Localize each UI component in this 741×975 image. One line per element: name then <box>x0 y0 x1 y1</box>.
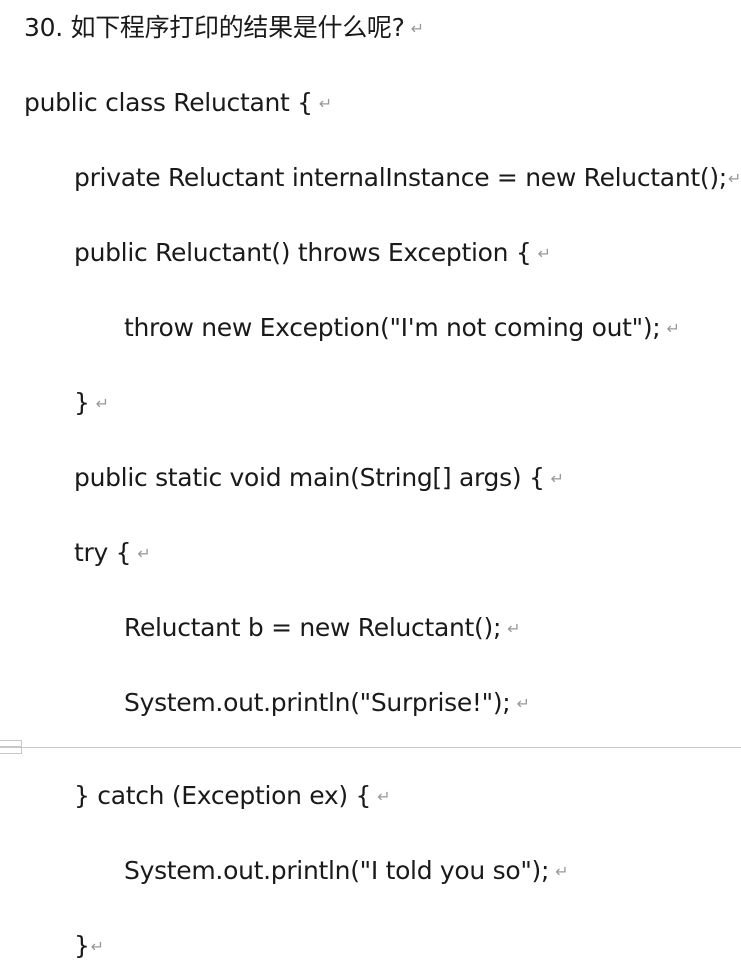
code-line: private Reluctant internalInstance = new… <box>74 163 741 194</box>
line-text: System.out.println("Surprise!"); <box>124 688 511 717</box>
code-line: Reluctant b = new Reluctant(); ↵ <box>124 613 520 644</box>
paragraph-mark-icon: ↵ <box>666 319 680 338</box>
line-text: private Reluctant internalInstance = new… <box>74 163 727 192</box>
page-break-line <box>0 747 741 748</box>
line-text: 30. 如下程序打印的结果是什么呢? <box>24 13 405 42</box>
code-line: public static void main(String[] args) {… <box>74 463 564 494</box>
paragraph-mark-icon: ↵ <box>537 244 551 263</box>
paragraph-mark-icon: ↵ <box>516 694 530 713</box>
line-text: } <box>74 931 90 960</box>
code-line: System.out.println("I told you so"); ↵ <box>124 856 569 887</box>
paragraph-mark-icon: ↵ <box>507 619 521 638</box>
line-text: public static void main(String[] args) { <box>74 463 545 492</box>
code-line: }↵ <box>74 931 104 962</box>
line-text: try { <box>74 538 132 567</box>
paragraph-mark-icon: ↵ <box>410 19 424 38</box>
paragraph-mark-icon: ↵ <box>318 94 332 113</box>
line-text: public Reluctant() throws Exception { <box>74 238 532 267</box>
line-text: } catch (Exception ex) { <box>74 781 372 810</box>
code-line: throw new Exception("I'm not coming out"… <box>124 313 680 344</box>
line-text: throw new Exception("I'm not coming out"… <box>124 313 661 342</box>
code-line: } catch (Exception ex) { ↵ <box>74 781 391 812</box>
code-line: System.out.println("Surprise!"); ↵ <box>124 688 530 719</box>
paragraph-mark-icon: ↵ <box>550 469 564 488</box>
paragraph-mark-icon: ↵ <box>90 937 104 956</box>
paragraph-mark-icon: ↵ <box>95 394 109 413</box>
code-line: try { ↵ <box>74 538 151 569</box>
line-text: System.out.println("I told you so"); <box>124 856 550 885</box>
code-line: public class Reluctant { ↵ <box>24 88 332 119</box>
paragraph-mark-icon: ↵ <box>555 862 569 881</box>
line-text: public class Reluctant { <box>24 88 313 117</box>
code-line: }↵ <box>74 388 109 419</box>
paragraph-mark-icon: ↵ <box>727 169 741 188</box>
line-text: Reluctant b = new Reluctant(); <box>124 613 502 642</box>
paragraph-mark-icon: ↵ <box>377 787 391 806</box>
line-text: } <box>74 388 90 417</box>
paragraph-mark-icon: ↵ <box>137 544 151 563</box>
question-title: 30. 如下程序打印的结果是什么呢? ↵ <box>24 13 424 44</box>
code-line: public Reluctant() throws Exception { ↵ <box>74 238 551 269</box>
